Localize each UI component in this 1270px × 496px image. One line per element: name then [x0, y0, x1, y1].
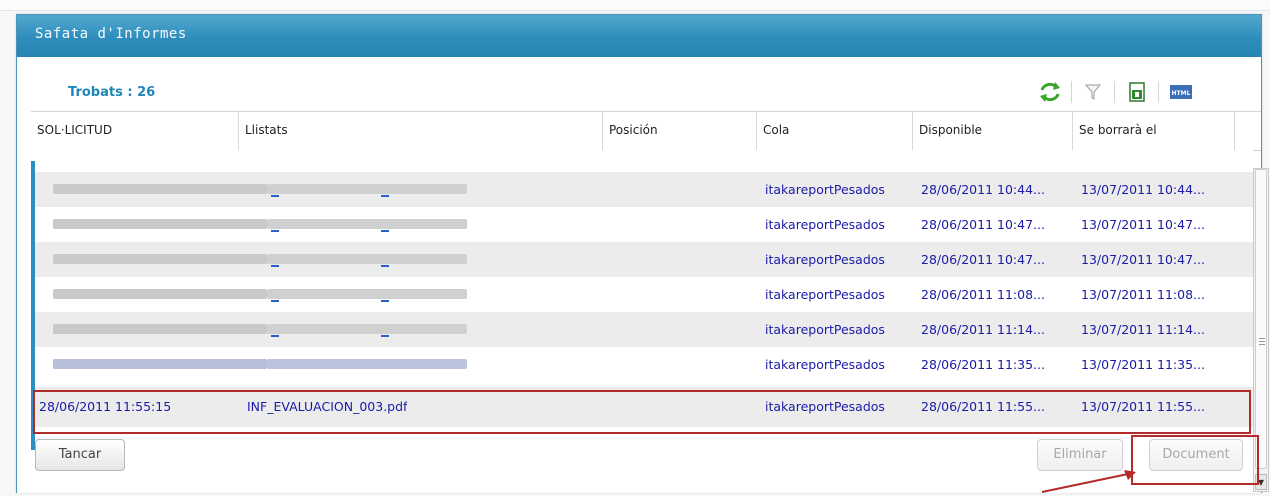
cell-disponible: 28/06/2011 11:08... [921, 287, 1045, 302]
redacted-underline [271, 230, 279, 232]
cell-cola: itakareportPesados [765, 357, 885, 372]
redacted-underline [381, 230, 389, 232]
scroll-grip [1259, 344, 1265, 345]
table-row-selected[interactable]: 28/06/2011 11:55:15 INF_EVALUACION_003.p… [35, 387, 1253, 427]
table-row[interactable]: itakareportPesados 28/06/2011 10:44... 1… [35, 172, 1253, 207]
redacted-llistats [267, 359, 467, 369]
cell-cola: itakareportPesados [765, 287, 885, 302]
excel-export-button[interactable] [1122, 77, 1152, 107]
column-header-posicion[interactable]: Posición [603, 112, 757, 150]
column-header-solicitud[interactable]: SOL·LICITUD [31, 112, 239, 150]
cell-disponible: 28/06/2011 11:14... [921, 322, 1045, 337]
redacted-solicitud [53, 324, 267, 334]
html-export-button[interactable]: HTML [1166, 77, 1196, 107]
cell-disponible: 28/06/2011 11:55... [921, 399, 1045, 414]
cell-cola: itakareportPesados [765, 252, 885, 267]
cell-cola: itakareportPesados [765, 182, 885, 197]
cell-se-borrara: 13/07/2011 11:35... [1081, 357, 1205, 372]
cell-se-borrara: 13/07/2011 10:47... [1081, 252, 1205, 267]
redacted-underline [381, 195, 389, 197]
cell-se-borrara: 13/07/2011 11:14... [1081, 322, 1205, 337]
cell-se-borrara: 13/07/2011 11:08... [1081, 287, 1205, 302]
redacted-llistats [267, 324, 467, 334]
column-header-se-borrara[interactable]: Se borrarà el [1073, 112, 1235, 150]
cell-disponible: 28/06/2011 10:47... [921, 217, 1045, 232]
refresh-button[interactable] [1035, 77, 1065, 107]
redacted-underline [381, 265, 389, 267]
scroll-grip [1259, 341, 1265, 342]
browser-strip [0, 0, 1270, 11]
cell-disponible: 28/06/2011 10:47... [921, 252, 1045, 267]
column-header-spacer [1235, 112, 1261, 150]
filter-icon [1084, 84, 1102, 100]
filter-button[interactable] [1078, 77, 1108, 107]
cell-cola: itakareportPesados [765, 217, 885, 232]
redacted-solicitud [53, 254, 267, 264]
table-header: SOL·LICITUD Llistats Posición Cola Dispo… [31, 111, 1261, 151]
report-grid: itakareportPesados 28/06/2011 10:44... 1… [31, 161, 1253, 450]
cell-llistats: INF_EVALUACION_003.pdf [247, 399, 408, 414]
cell-disponible: 28/06/2011 10:44... [921, 182, 1045, 197]
scrollbar-thumb[interactable] [1255, 169, 1267, 469]
window-titlebar: Safata d'Informes [17, 15, 1261, 57]
toolbar-separator [1158, 81, 1159, 103]
refresh-icon [1040, 82, 1060, 102]
cell-solicitud: 28/06/2011 11:55:15 [39, 399, 172, 414]
window-title: Safata d'Informes [35, 26, 187, 42]
report-panel: Trobats : 26 HTML SOL·LICITUD Llistats P… [31, 71, 1269, 493]
table-row[interactable]: itakareportPesados 28/06/2011 11:14... 1… [35, 312, 1253, 347]
cell-se-borrara: 13/07/2011 10:44... [1081, 182, 1205, 197]
redacted-underline [271, 335, 279, 337]
redacted-llistats [267, 289, 467, 299]
toolbar-separator [1114, 81, 1115, 103]
redacted-underline [271, 195, 279, 197]
cell-cola: itakareportPesados [765, 322, 885, 337]
cell-cola: itakareportPesados [765, 399, 885, 414]
report-tray-window: Safata d'Informes Trobats : 26 HTML SOL·… [16, 14, 1269, 493]
cell-se-borrara: 13/07/2011 11:55... [1081, 399, 1205, 414]
toolbar-separator [1071, 81, 1072, 103]
redacted-solicitud [53, 184, 267, 194]
table-row[interactable]: itakareportPesados 28/06/2011 11:08... 1… [35, 277, 1253, 312]
table-row[interactable]: itakareportPesados 28/06/2011 11:35... 1… [35, 347, 1253, 382]
redacted-underline [381, 335, 389, 337]
redacted-underline [381, 300, 389, 302]
redacted-llistats [267, 184, 467, 194]
column-header-cola[interactable]: Cola [757, 112, 913, 150]
svg-text:HTML: HTML [1172, 90, 1191, 97]
table-row[interactable]: itakareportPesados 28/06/2011 10:47... 1… [35, 207, 1253, 242]
document-button-highlight [1131, 435, 1259, 485]
column-header-llistats[interactable]: Llistats [239, 112, 603, 150]
excel-export-icon [1129, 82, 1145, 102]
cell-disponible: 28/06/2011 11:35... [921, 357, 1045, 372]
table-row[interactable]: itakareportPesados 28/06/2011 10:47... 1… [35, 242, 1253, 277]
redacted-underline [271, 300, 279, 302]
redacted-llistats [267, 219, 467, 229]
redacted-llistats [267, 254, 467, 264]
redacted-solicitud [53, 289, 267, 299]
scroll-grip [1259, 338, 1265, 339]
found-count: Trobats : 26 [68, 85, 156, 100]
redacted-solicitud [53, 219, 267, 229]
cell-se-borrara: 13/07/2011 10:47... [1081, 217, 1205, 232]
close-button[interactable]: Tancar [35, 439, 125, 471]
html-export-icon: HTML [1170, 85, 1192, 99]
redacted-solicitud [53, 359, 267, 369]
column-header-disponible[interactable]: Disponible [913, 112, 1073, 150]
redacted-underline [271, 265, 279, 267]
